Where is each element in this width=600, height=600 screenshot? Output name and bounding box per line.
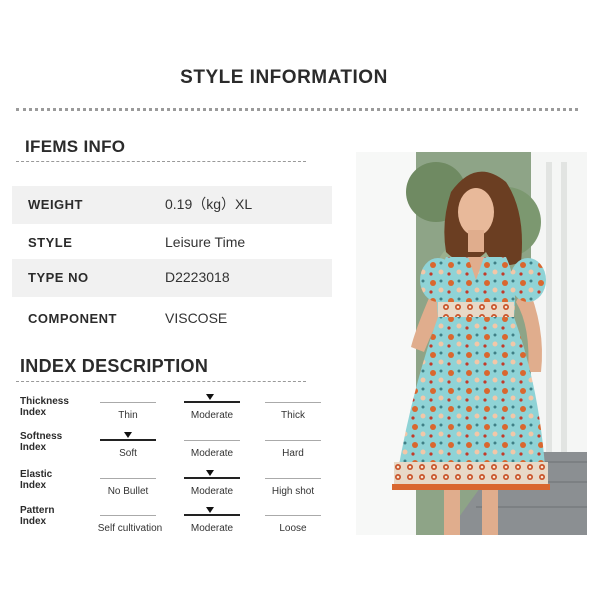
elastic-label-line2: Index [20, 480, 47, 491]
pattern-index-label: Pattern Index [20, 505, 100, 527]
pattern-option-self-cultivation: Self cultivation [97, 523, 163, 534]
thickness-option-thin: Thin [118, 410, 138, 421]
softness-label-line2: Index [20, 442, 47, 453]
thickness-bar-moderate [184, 401, 240, 403]
info-row-component: COMPONENT VISCOSE [12, 300, 332, 338]
softness-bar-soft [100, 439, 156, 441]
softness-label-line1: Softness [20, 431, 63, 442]
softness-bar-hard [265, 440, 321, 441]
index-description-heading: INDEX DESCRIPTION [20, 356, 209, 376]
info-row-weight: WEIGHT 0.19（kg）XL [12, 186, 332, 224]
elastic-bar-high-shot [265, 478, 321, 479]
softness-selected-marker-icon [124, 432, 132, 438]
thickness-bar-thin [100, 402, 156, 403]
thickness-option-thick: Thick [281, 410, 305, 421]
info-value-style: Leisure Time [165, 234, 246, 250]
elastic-option-high-shot: High shot [271, 486, 315, 497]
index-description-divider [16, 381, 306, 382]
pattern-bar-self-cultivation [100, 515, 156, 516]
elastic-index-label: Elastic Index [20, 469, 100, 491]
softness-bar-moderate [184, 440, 240, 441]
softness-option-soft: Soft [119, 448, 137, 459]
elastic-option-no-bullet: No Bullet [107, 486, 149, 497]
thickness-selected-marker-icon [206, 394, 214, 400]
page-title: STYLE INFORMATION [180, 67, 388, 88]
pattern-selected-marker-icon [206, 507, 214, 513]
elastic-selected-marker-icon [206, 470, 214, 476]
thickness-bar-thick [265, 402, 321, 403]
softness-index-label: Softness Index [20, 431, 100, 453]
dress-photo-icon [356, 152, 587, 535]
items-info-divider [16, 161, 306, 162]
header-divider [16, 108, 578, 111]
softness-option-hard: Hard [282, 448, 304, 459]
elastic-bar-moderate [184, 477, 240, 479]
info-row-style: STYLE Leisure Time [12, 224, 332, 262]
thickness-option-moderate: Moderate [190, 410, 234, 421]
info-label-style: STYLE [28, 235, 73, 250]
elastic-option-moderate: Moderate [190, 486, 234, 497]
pattern-label-line1: Pattern [20, 505, 55, 516]
thickness-index-label: Thickness Index [20, 396, 100, 418]
thickness-label-line2: Index [20, 407, 47, 418]
thickness-label-line1: Thickness [20, 396, 69, 407]
elastic-label-line1: Elastic [20, 469, 53, 480]
pattern-label-line2: Index [20, 516, 47, 527]
softness-option-moderate: Moderate [190, 448, 234, 459]
info-value-component: VISCOSE [165, 310, 228, 326]
info-value-type-no: D2223018 [165, 269, 230, 285]
info-value-weight: 0.19（kg）XL [165, 196, 253, 212]
elastic-bar-no-bullet [100, 478, 156, 479]
items-info-heading: IFEMS INFO [25, 137, 126, 156]
info-row-type-no: TYPE NO D2223018 [12, 259, 332, 297]
info-label-type-no: TYPE NO [28, 270, 89, 285]
info-label-component: COMPONENT [28, 311, 117, 326]
pattern-bar-moderate [184, 514, 240, 516]
pattern-option-moderate: Moderate [190, 523, 234, 534]
pattern-option-loose: Loose [279, 523, 307, 534]
info-label-weight: WEIGHT [28, 197, 83, 212]
pattern-bar-loose [265, 515, 321, 516]
product-photo [356, 152, 587, 535]
